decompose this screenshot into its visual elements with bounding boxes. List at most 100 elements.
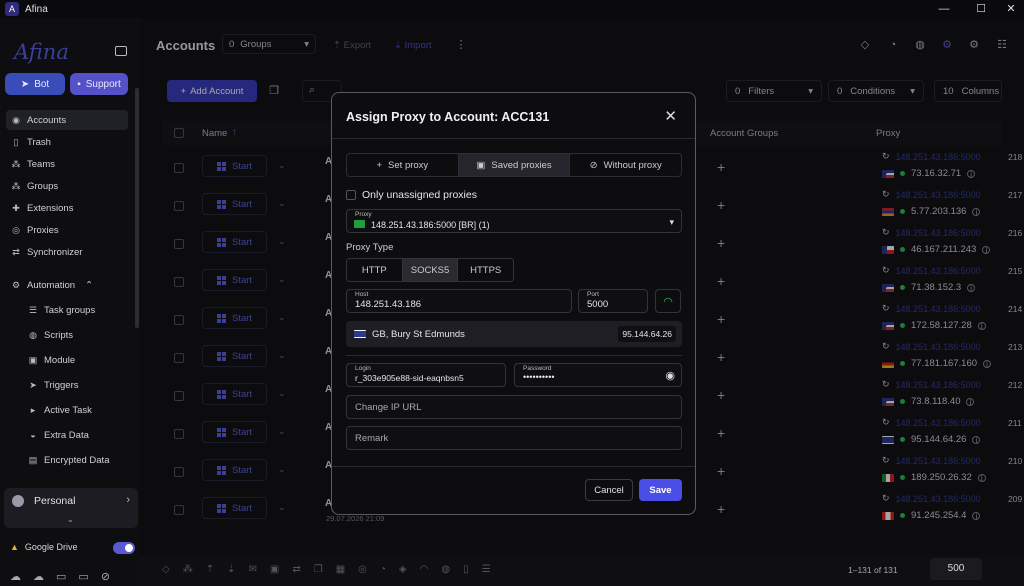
- close-icon[interactable]: ✕: [664, 107, 677, 125]
- chat-icon: ▪: [77, 78, 81, 90]
- lock-icon: ▤: [28, 455, 38, 465]
- tab-set-proxy[interactable]: + Set proxy: [347, 154, 459, 176]
- sidebar-item-extra-data[interactable]: ◒ Extra Data: [28, 426, 89, 444]
- wifi-icon[interactable]: ◠: [420, 564, 429, 575]
- team-icon: ⁂: [11, 159, 21, 169]
- remark-input[interactable]: Remark: [346, 426, 682, 450]
- tag-icon[interactable]: ◇: [162, 564, 170, 575]
- sidebar-item-synchronizer[interactable]: ⇄ Synchronizer: [6, 242, 128, 262]
- proxy-select[interactable]: Proxy 148.251.43.186:5000 [BR] (1) ▾: [346, 209, 682, 233]
- automation-icon: ⚙: [11, 280, 21, 290]
- eye-off-icon[interactable]: ⊘: [101, 570, 110, 583]
- sidebar-item-accounts[interactable]: ◉ Accounts: [6, 110, 128, 130]
- list-icon[interactable]: ☰: [482, 564, 491, 575]
- play-icon: ▸: [30, 405, 36, 415]
- proxy-type-https[interactable]: HTTPS: [458, 259, 513, 281]
- plus-icon: +: [376, 159, 383, 171]
- sidebar-item-teams[interactable]: ⁂ Teams: [6, 154, 128, 174]
- save-button[interactable]: Save: [639, 479, 682, 501]
- sidebar: Afina ➤ Bot ▪ Support ◉ Accounts ▯ Trash ⁂ Te…: [0, 18, 140, 586]
- divider: [332, 138, 695, 139]
- sidebar-item-trash[interactable]: ▯ Trash: [6, 132, 128, 152]
- sidebar-scrollbar[interactable]: [135, 88, 139, 328]
- chevron-up-icon: ⌃: [85, 279, 94, 291]
- sidebar-item-proxies[interactable]: ◎ Proxies: [6, 220, 128, 240]
- mail-icon[interactable]: ✉: [248, 564, 256, 575]
- sidebar-item-groups[interactable]: ⁂ Groups: [6, 176, 128, 196]
- cloud-download-icon[interactable]: ☁: [33, 570, 44, 583]
- trigger-icon: ➤: [29, 380, 37, 390]
- globe-icon[interactable]: ◍: [441, 564, 450, 575]
- host-field[interactable]: Host 148.251.43.186: [346, 289, 572, 313]
- sidebar-item-scripts[interactable]: ◍ Scripts: [28, 326, 73, 344]
- target-icon[interactable]: ◎: [358, 564, 367, 575]
- cancel-button[interactable]: Cancel: [585, 479, 633, 501]
- proxy-type-http[interactable]: HTTP: [347, 259, 403, 281]
- sidebar-item-active-task[interactable]: ▸ Active Task: [28, 401, 92, 419]
- sidebar-item-task-groups[interactable]: ☰ Task groups: [28, 301, 95, 319]
- page-size-select[interactable]: 500: [930, 558, 982, 580]
- sidebar-item-extensions[interactable]: ✚ Extensions: [6, 198, 128, 218]
- support-button[interactable]: ▪ Support: [70, 73, 128, 95]
- proxy-mode-tabs: + Set proxy ▣ Saved proxies ⊘ Without proxy: [346, 153, 682, 177]
- import-icon[interactable]: ⇣: [227, 564, 235, 575]
- pagination-text: 1–131 of 131: [848, 565, 898, 575]
- sidebar-item-module[interactable]: ▣ Module: [28, 351, 75, 369]
- geo-ip-badge: 95.144.64.26: [618, 326, 676, 342]
- chrome-icon[interactable]: ◔: [380, 564, 386, 575]
- bot-button[interactable]: ➤ Bot: [5, 73, 65, 95]
- minimize-button[interactable]: —: [928, 0, 960, 18]
- eye-icon[interactable]: ◉: [665, 369, 675, 382]
- check-proxy-button[interactable]: ◠: [655, 289, 681, 313]
- folder-upload-icon[interactable]: ▭: [56, 570, 66, 583]
- shield-icon[interactable]: ◈: [399, 564, 407, 575]
- tab-saved-proxies[interactable]: ▣ Saved proxies: [458, 154, 571, 176]
- image-icon[interactable]: ▣: [270, 564, 279, 575]
- only-unassigned-row: Only unassigned proxies: [346, 189, 477, 201]
- puzzle-icon: ✚: [12, 203, 20, 213]
- wifi-icon: ◠: [663, 295, 673, 308]
- google-drive-toggle[interactable]: [113, 542, 135, 554]
- google-drive-icon: ▲: [10, 542, 19, 552]
- collapse-sidebar-icon[interactable]: [115, 46, 127, 56]
- dialog-title: Assign Proxy to Account: ACC131: [346, 110, 550, 124]
- close-window-button[interactable]: ✕: [995, 0, 1024, 18]
- copy-icon[interactable]: ❐: [314, 564, 323, 575]
- workspace-selector[interactable]: Personal › ⌄: [4, 488, 138, 528]
- maximize-button[interactable]: ☐: [965, 0, 997, 18]
- proxy-geo-info: GB, Bury St Edmunds 95.144.64.26: [346, 321, 682, 347]
- proxy-type-label: Proxy Type: [346, 242, 394, 253]
- proxy-type-socks5[interactable]: SOCKS5: [402, 259, 459, 281]
- change-ip-url-input[interactable]: Change IP URL: [346, 395, 682, 419]
- port-field[interactable]: Port 5000: [578, 289, 648, 313]
- app-logo-icon: A: [5, 2, 19, 16]
- login-field[interactable]: Login r_303e905e88-sid-eaqnbsn5: [346, 363, 506, 387]
- groups-icon: ⁂: [11, 181, 21, 191]
- cloud-upload-icon[interactable]: ☁: [10, 570, 21, 583]
- ban-icon: ⊘: [589, 159, 598, 171]
- proxy-type-selector: HTTP SOCKS5 HTTPS: [346, 258, 514, 282]
- folder-download-icon[interactable]: ▭: [78, 570, 88, 583]
- trash-icon: ▯: [13, 137, 19, 147]
- divider: [346, 355, 682, 356]
- app-title: Afina: [25, 3, 48, 15]
- github-icon: ◍: [29, 330, 37, 340]
- password-field[interactable]: Password •••••••••• ◉: [514, 363, 682, 387]
- only-unassigned-checkbox[interactable]: [346, 190, 356, 200]
- sync-icon: ⇄: [12, 247, 20, 257]
- export-icon[interactable]: ⇡: [206, 564, 214, 575]
- sync-icon[interactable]: ⇄: [292, 564, 300, 575]
- sidebar-item-triggers[interactable]: ➤ Triggers: [28, 376, 78, 394]
- list-icon: ☰: [28, 305, 38, 315]
- title-bar: A Afina — ☐ ✕: [0, 0, 1024, 18]
- team-icon[interactable]: ⁂: [183, 564, 193, 575]
- gb-flag-icon: [354, 330, 366, 338]
- tab-without-proxy[interactable]: ⊘ Without proxy: [570, 154, 681, 176]
- calendar-icon[interactable]: ▦: [336, 564, 345, 575]
- sidebar-item-encrypted-data[interactable]: ▤ Encrypted Data: [28, 451, 110, 469]
- sidebar-item-automation[interactable]: ⚙ Automation ⌃: [6, 275, 128, 295]
- trash-icon[interactable]: ▯: [463, 564, 469, 575]
- table-footer: ◇ ⁂ ⇡ ⇣ ✉ ▣ ⇄ ❐ ▦ ◎ ◔ ◈ ◠ ◍ ▯ ☰ 1–131 of…: [140, 555, 1024, 586]
- user-circle-icon: ◉: [12, 115, 20, 125]
- brazil-flag-icon: [354, 220, 365, 228]
